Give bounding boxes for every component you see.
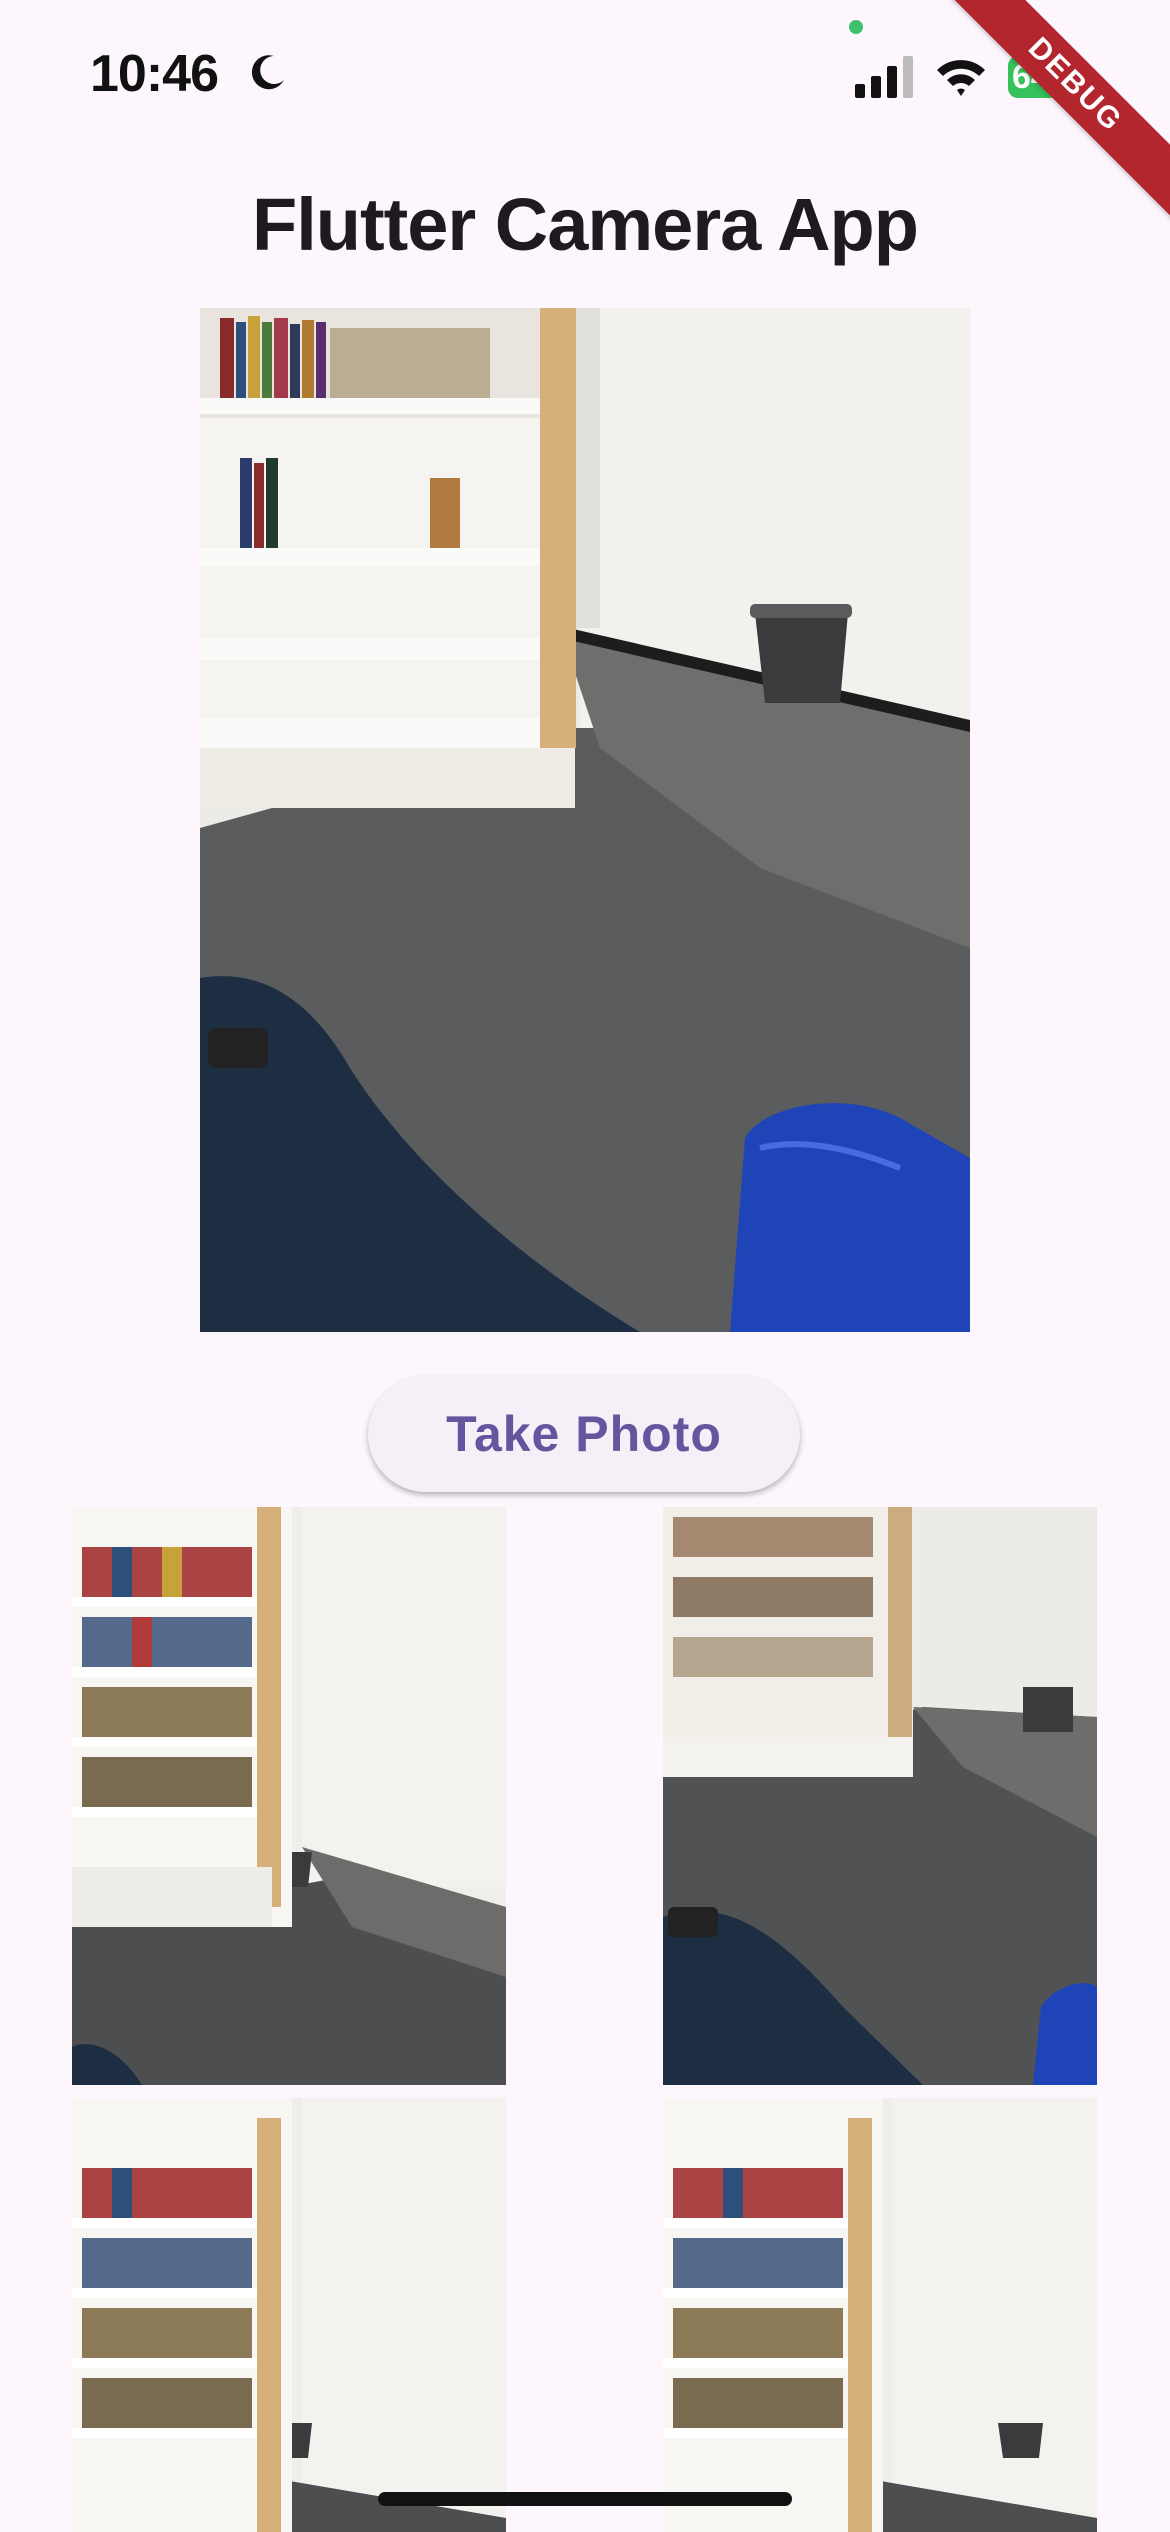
signal-icon <box>855 56 917 98</box>
moon-icon <box>248 52 288 92</box>
gallery-photo-3[interactable] <box>72 2098 506 2532</box>
gallery-photo-2[interactable] <box>663 1507 1097 2085</box>
privacy-indicator-dot <box>849 20 863 34</box>
take-photo-button[interactable]: Take Photo <box>368 1376 800 1492</box>
camera-preview[interactable] <box>200 308 970 1332</box>
page-title: Flutter Camera App <box>252 183 919 266</box>
app-bar: Flutter Camera App <box>0 170 1170 280</box>
wifi-icon <box>935 56 987 98</box>
take-photo-label: Take Photo <box>446 1406 722 1462</box>
gallery-photo-4[interactable] <box>663 2098 1097 2532</box>
home-indicator[interactable] <box>378 2492 792 2506</box>
status-time: 10:46 <box>90 45 219 103</box>
gallery-photo-1[interactable] <box>72 1507 506 2085</box>
